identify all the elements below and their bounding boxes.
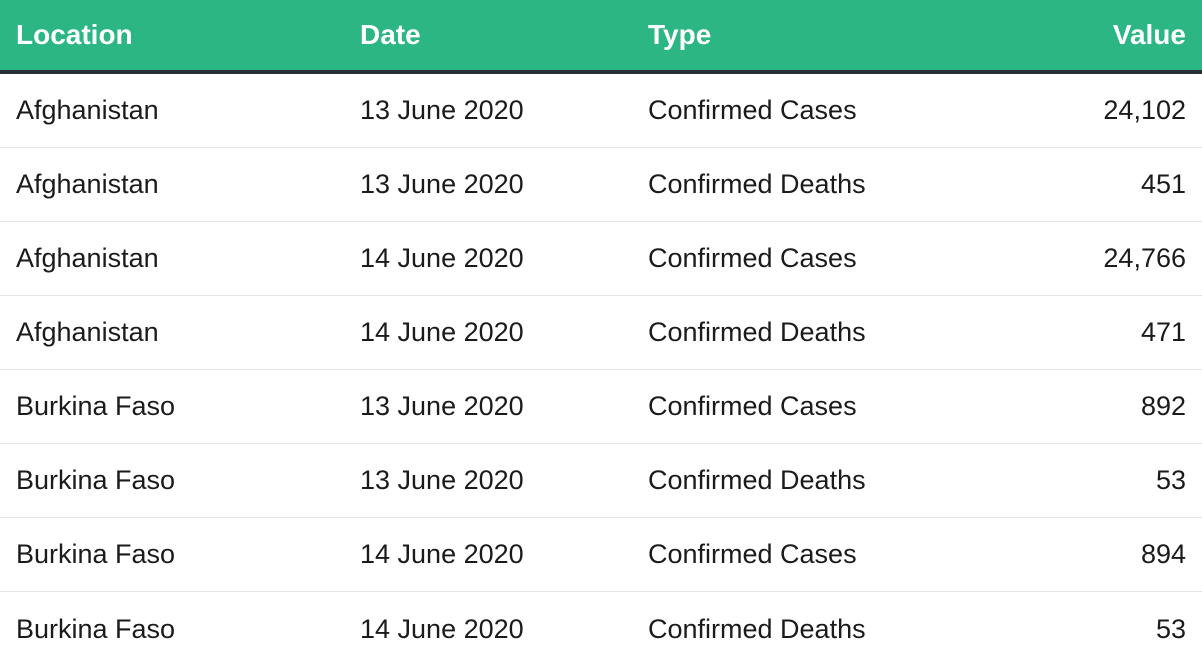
cell-value: 451 [1140,169,1186,199]
cell-location: Afghanistan [16,317,159,347]
cell-location: Afghanistan [16,95,159,125]
cell-date: 14 June 2020 [360,613,524,644]
cell-value: 471 [1140,317,1186,347]
cell-type: Confirmed Cases [648,243,857,273]
cell-date: 13 June 2020 [360,391,524,421]
cell-value: 53 [1155,613,1186,644]
cell-type: Confirmed Cases [648,95,857,125]
cell-type: Confirmed Cases [648,391,857,421]
table-row: Burkina Faso 13 June 2020 Confirmed Deat… [0,444,1202,518]
table-row: Afghanistan 13 June 2020 Confirmed Cases… [0,74,1202,148]
cell-type: Confirmed Deaths [648,169,866,199]
cell-date: 14 June 2020 [360,539,524,569]
table-row: Afghanistan 14 June 2020 Confirmed Death… [0,296,1202,370]
data-table: Location Date Type Value Afghanistan 13 … [0,0,1202,668]
cell-value: 24,102 [1103,95,1186,125]
cell-location: Afghanistan [16,243,159,273]
table-row: Burkina Faso 14 June 2020 Confirmed Deat… [0,592,1202,666]
table-header: Location Date Type Value [0,0,1202,74]
column-header-type[interactable]: Type [648,19,948,51]
cell-type: Confirmed Deaths [648,465,866,495]
cell-location: Burkina Faso [16,391,176,421]
column-header-location[interactable]: Location [0,19,360,51]
cell-location: Afghanistan [16,169,159,199]
table-row: Burkina Faso 13 June 2020 Confirmed Case… [0,370,1202,444]
cell-location: Burkina Faso [16,465,176,495]
cell-type: Confirmed Deaths [648,613,866,644]
cell-value: 894 [1140,539,1186,569]
cell-value: 53 [1155,465,1186,495]
cell-date: 14 June 2020 [360,243,524,273]
cell-location: Burkina Faso [16,539,176,569]
table-row: Afghanistan 13 June 2020 Confirmed Death… [0,148,1202,222]
cell-type: Confirmed Cases [648,539,857,569]
column-header-value[interactable]: Value [948,19,1202,51]
cell-date: 13 June 2020 [360,465,524,495]
cell-date: 13 June 2020 [360,95,524,125]
table-row: Burkina Faso 14 June 2020 Confirmed Case… [0,518,1202,592]
cell-location: Burkina Faso [16,613,176,644]
cell-value: 892 [1140,391,1186,421]
cell-date: 14 June 2020 [360,317,524,347]
table-row: Afghanistan 14 June 2020 Confirmed Cases… [0,222,1202,296]
cell-type: Confirmed Deaths [648,317,866,347]
cell-value: 24,766 [1103,243,1186,273]
column-header-date[interactable]: Date [360,19,648,51]
cell-date: 13 June 2020 [360,169,524,199]
